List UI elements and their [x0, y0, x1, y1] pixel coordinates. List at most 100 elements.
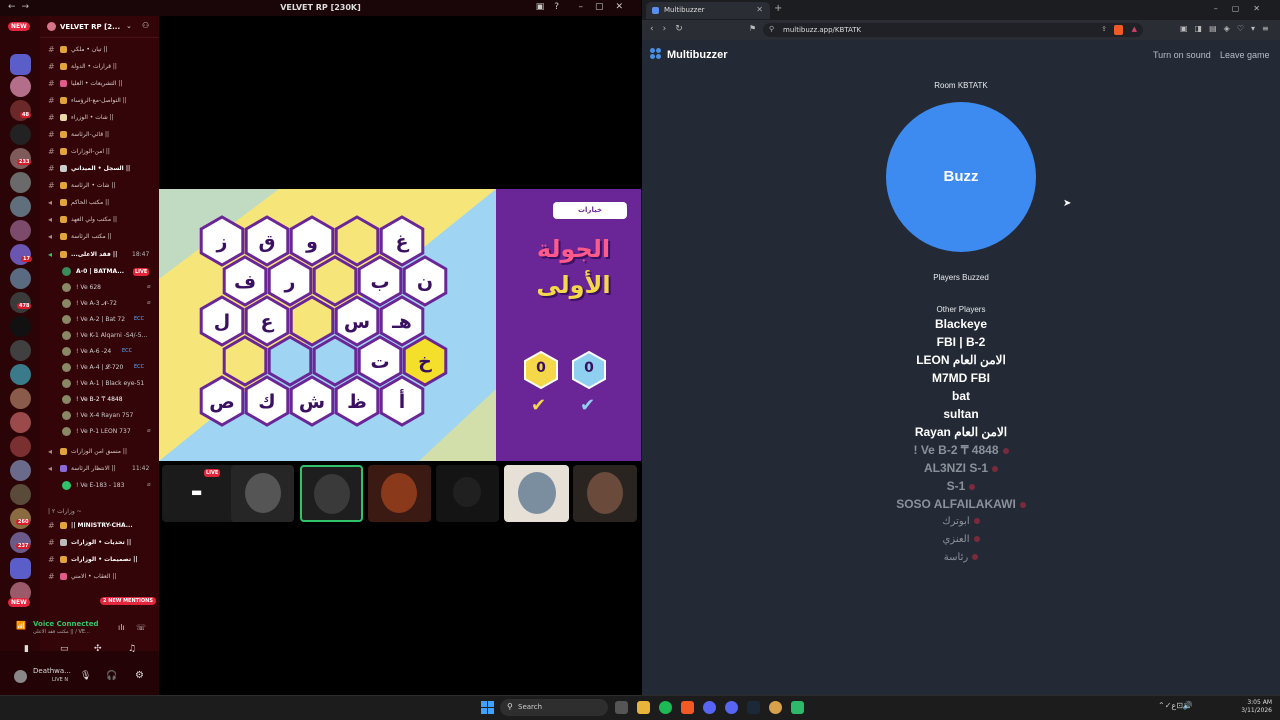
server-icon-2[interactable] — [10, 76, 31, 97]
activities-icon[interactable]: ✣ — [94, 644, 102, 654]
voice-user[interactable]: ! Ve A-1 | Black eye-51 — [40, 376, 159, 392]
channel-item[interactable]: # تيان • ملكي || — [40, 42, 159, 58]
task-view-icon[interactable] — [615, 701, 628, 714]
discord-icon[interactable] — [703, 701, 716, 714]
stream-tile[interactable] — [436, 465, 499, 522]
video-icon[interactable]: ▮ — [24, 644, 29, 654]
channel-item[interactable]: ◂ مكتب الرئاسة || — [40, 229, 159, 245]
stream-tile[interactable] — [504, 465, 569, 522]
close-tab-icon[interactable]: ✕ — [756, 5, 763, 14]
channel-item[interactable]: # السجل • الميداني || — [40, 161, 159, 177]
voice-user[interactable]: ! Ve E-183 - 183 ⌀ — [40, 478, 159, 494]
inbox-help-icons[interactable]: ▣? — [536, 2, 569, 12]
server-icon-12[interactable] — [10, 316, 31, 337]
hex-cell[interactable] — [312, 255, 358, 307]
hex-cell[interactable] — [312, 335, 358, 387]
channel-item[interactable]: # تصميمات • الوزارات || — [40, 552, 159, 568]
channel-item[interactable]: # قرارات • الدولة || — [40, 59, 159, 75]
server-icon-17[interactable] — [10, 436, 31, 457]
stream-tile[interactable] — [300, 465, 363, 522]
options-button[interactable]: خيارات — [553, 202, 627, 219]
system-tray[interactable]: ⌃✓ع⊡🔊 — [1158, 701, 1193, 710]
stream-tile[interactable] — [368, 465, 431, 522]
extension-icons[interactable]: ▣◨▤◈♡▾≡ — [1180, 24, 1276, 33]
voice-channel[interactable]: ◂ الانتظار الرئاسة || 11:42 — [40, 461, 159, 477]
channel-item[interactable]: # || MINISTRY-CHA... — [40, 518, 159, 534]
hex-cell[interactable] — [267, 335, 313, 387]
nav-buttons[interactable]: ‹›↻ — [650, 24, 692, 34]
tab-multibuzzer[interactable]: Multibuzzer ✕ — [646, 2, 770, 19]
channel-item[interactable]: # قائي-الرئاسة || — [40, 127, 159, 143]
guild-header[interactable]: VELVET RP [2... ⌄ ⚇ — [40, 16, 159, 38]
brave-shields-icon[interactable] — [1114, 25, 1123, 35]
channel-item[interactable]: # التشريعات • العليا || — [40, 76, 159, 92]
brand-name[interactable]: Multibuzzer — [667, 49, 728, 61]
server-icon-14[interactable] — [10, 364, 31, 385]
windows-start-icon[interactable] — [481, 701, 494, 714]
server-icon-4[interactable] — [10, 124, 31, 145]
gear-icon[interactable]: ⚙ — [135, 670, 144, 681]
hex-cell[interactable] — [222, 335, 268, 387]
voice-user[interactable]: ! Ve X-4 Rayan 757 — [40, 408, 159, 424]
disconnect-icon[interactable]: ☏ — [136, 623, 146, 632]
noise-icon[interactable]: ılı — [118, 623, 125, 632]
soundboard-icon[interactable]: ♫ — [128, 644, 136, 654]
server-icon-8[interactable] — [10, 220, 31, 241]
channel-item[interactable]: # امن-الوزارات || — [40, 144, 159, 160]
server-icon-19[interactable] — [10, 484, 31, 505]
voice-channel-active[interactable]: ◂ ...فقد الاعلى || 18:47 — [40, 247, 159, 263]
chevron-down-icon[interactable]: ⌄ — [126, 22, 132, 30]
new-tab-icon[interactable]: + — [774, 3, 782, 14]
bookmark-icon[interactable]: ⚑ — [749, 24, 756, 33]
voice-user[interactable]: ! Ve B-2 ₸ 4848 — [40, 392, 159, 408]
address-bar[interactable]: ⚲ multibuzz.app/KBTATK ⇪ ▲ — [763, 23, 1143, 37]
file-explorer-icon[interactable] — [637, 701, 650, 714]
server-icon-7[interactable] — [10, 196, 31, 217]
server-icon-10[interactable] — [10, 268, 31, 289]
channel-item[interactable]: # العقاب • الامني || — [40, 569, 159, 585]
channel-item[interactable]: # تحديات • الوزارات || — [40, 535, 159, 551]
turn-on-sound-button[interactable]: Turn on sound — [1153, 50, 1211, 60]
hex-cell[interactable] — [334, 215, 380, 267]
steam-icon[interactable] — [747, 701, 760, 714]
channel-item[interactable]: # شات • الوزراء || — [40, 110, 159, 126]
brave-rewards-icon[interactable]: ▲ — [1132, 25, 1137, 33]
stream-tile[interactable] — [231, 465, 294, 522]
server-icon-1[interactable] — [10, 54, 31, 75]
app-icon-2[interactable] — [791, 701, 804, 714]
new-mentions-badge[interactable]: 2 NEW MENTIONS — [100, 597, 156, 605]
server-icon-13[interactable] — [10, 340, 31, 361]
taskbar-clock[interactable]: 3:05 AM 3/11/2026 — [1238, 699, 1272, 715]
server-icon-18[interactable] — [10, 460, 31, 481]
spotify-icon[interactable] — [659, 701, 672, 714]
site-info-icon[interactable]: ⚲ — [769, 25, 774, 33]
voice-user[interactable]: ! Ve P-1 LEON 737 ⌀ — [40, 424, 159, 440]
discord-icon-2[interactable] — [725, 701, 738, 714]
channel-item[interactable]: ◂ مكتب ولي العهد || — [40, 212, 159, 228]
share-icon[interactable]: ⇪ — [1101, 25, 1107, 33]
hex-cell[interactable] — [289, 295, 335, 347]
voice-user[interactable]: ! Ve A-3 𝓝-72 ⌀ — [40, 296, 159, 312]
server-icon-22[interactable] — [10, 558, 31, 579]
voice-user[interactable]: ! Ve A-4 | 𝓛-720 ECC — [40, 360, 159, 376]
headphones-icon[interactable]: 🎧 — [106, 671, 117, 681]
add-user-icon[interactable]: ⚇ — [142, 21, 149, 30]
window-controls[interactable]: –▢✕ — [578, 2, 635, 12]
voice-user[interactable]: ! Ve K-1 Alqarni -S4/-5... — [40, 328, 159, 344]
leave-game-button[interactable]: Leave game — [1220, 50, 1270, 60]
voice-user[interactable]: A-0 | BATMA... LIVE — [40, 264, 159, 280]
window-controls[interactable]: –▢✕ — [1214, 4, 1274, 13]
server-icon-15[interactable] — [10, 388, 31, 409]
stream-tile[interactable] — [573, 465, 637, 522]
microphone-icon[interactable]: 🎙 — [80, 671, 91, 681]
avatar[interactable] — [14, 670, 27, 683]
voice-user[interactable]: ! Ve 628 ⌀ — [40, 280, 159, 296]
voice-channel[interactable]: ◂ منسق امن الوزارات || — [40, 444, 159, 460]
buzz-button[interactable]: Buzz — [886, 102, 1036, 252]
screen-share-icon[interactable]: ▭ — [60, 644, 69, 654]
channel-item[interactable]: # التواصل-مع-الرؤساء || — [40, 93, 159, 109]
server-icon-16[interactable] — [10, 412, 31, 433]
voice-user[interactable]: ! Ve A-6 -24 ECC — [40, 344, 159, 360]
brave-icon[interactable] — [681, 701, 694, 714]
voice-user[interactable]: ! Ve A-2 | Bat 72 ECC — [40, 312, 159, 328]
